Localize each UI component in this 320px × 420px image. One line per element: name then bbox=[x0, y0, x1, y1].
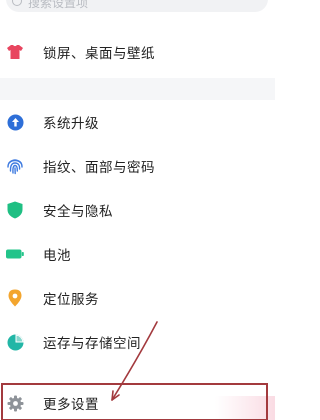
settings-item-label: 电池 bbox=[43, 248, 71, 264]
settings-item-security-privacy[interactable]: 安全与隐私 bbox=[0, 188, 275, 232]
settings-item-label: 系统升级 bbox=[43, 116, 99, 132]
settings-item-ram-storage[interactable]: 运存与存储空间 bbox=[0, 320, 275, 364]
settings-item-label: 指纹、面部与密码 bbox=[43, 160, 155, 176]
arrow-up-circle-icon bbox=[6, 113, 24, 131]
shield-icon bbox=[6, 201, 24, 219]
settings-screen: 搜索设置项 锁屏、桌面与壁纸 系统升级 指纹、面部与密码 安全与隐私 电池 定位… bbox=[0, 0, 275, 420]
settings-item-label: 安全与隐私 bbox=[43, 204, 113, 220]
search-bar[interactable]: 搜索设置项 bbox=[0, 0, 275, 14]
settings-item-battery[interactable]: 电池 bbox=[0, 232, 275, 276]
settings-item-label: 定位服务 bbox=[43, 292, 99, 308]
settings-item-location-services[interactable]: 定位服务 bbox=[0, 276, 275, 320]
battery-icon bbox=[6, 245, 24, 263]
settings-item-label: 锁屏、桌面与壁纸 bbox=[43, 46, 155, 62]
shirt-icon bbox=[6, 43, 24, 61]
fingerprint-icon bbox=[6, 157, 24, 175]
search-placeholder: 搜索设置项 bbox=[28, 0, 89, 10]
highlight-box bbox=[1, 383, 268, 420]
settings-item-fingerprint-face-password[interactable]: 指纹、面部与密码 bbox=[0, 144, 275, 188]
location-pin-icon bbox=[6, 289, 24, 307]
settings-item-lockscreen-wallpaper[interactable]: 锁屏、桌面与壁纸 bbox=[0, 30, 275, 74]
pie-chart-icon bbox=[6, 333, 24, 351]
settings-item-system-update[interactable]: 系统升级 bbox=[0, 100, 275, 144]
settings-item-label: 运存与存储空间 bbox=[43, 336, 141, 352]
section-divider bbox=[0, 78, 275, 100]
